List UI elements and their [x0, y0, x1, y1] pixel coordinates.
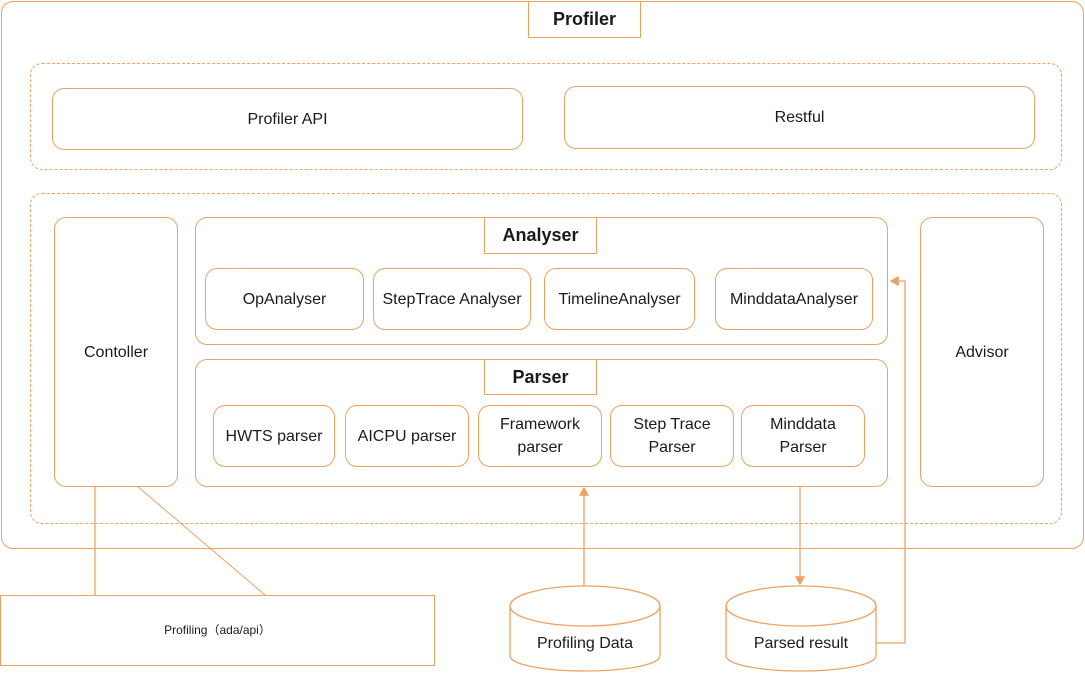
profiling-data-cylinder — [509, 585, 661, 672]
parsed-result-cylinder — [725, 585, 877, 672]
framework-parser-label-line2: parser — [517, 439, 563, 456]
framework-parser-box: Framework parser — [478, 405, 602, 467]
minddata-parser-label-line2: Parser — [779, 439, 827, 456]
profiler-title: Profiler — [528, 1, 641, 38]
profiling-data-label: Profiling Data — [536, 635, 634, 652]
parser-title: Parser — [484, 359, 597, 395]
hwts-parser-label: HWTS parser — [225, 427, 323, 445]
restful-box: Restful — [564, 86, 1035, 149]
controller-box: Contoller — [54, 217, 178, 487]
framework-parser-label-line1: Framework — [499, 416, 580, 433]
timeline-analyser-box: TimelineAnalyser — [544, 268, 695, 330]
minddata-analyser-box: MinddataAnalyser — [715, 268, 873, 330]
profiling-module-box: Profiling（ada/api） — [0, 595, 435, 666]
minddata-parser-box: Minddata Parser — [741, 405, 865, 467]
parsed-result-label: Parsed result — [753, 635, 849, 652]
profiler-api-box: Profiler API — [52, 88, 523, 150]
hwts-parser-box: HWTS parser — [213, 405, 335, 467]
op-analyser-box: OpAnalyser — [205, 268, 364, 330]
steptrace-analyser-box: StepTrace Analyser — [373, 268, 531, 330]
minddata-parser-label-line1: Minddata — [770, 416, 836, 433]
analyser-title: Analyser — [484, 217, 597, 254]
steptrace-parser-label-line1: Step Trace — [633, 416, 711, 433]
aicpu-parser-box: AICPU parser — [345, 405, 469, 467]
steptrace-parser-label-line2: Parser — [648, 439, 696, 456]
advisor-box: Advisor — [920, 217, 1044, 487]
aicpu-parser-label: AICPU parser — [357, 427, 457, 445]
steptrace-parser-box: Step Trace Parser — [610, 405, 734, 467]
